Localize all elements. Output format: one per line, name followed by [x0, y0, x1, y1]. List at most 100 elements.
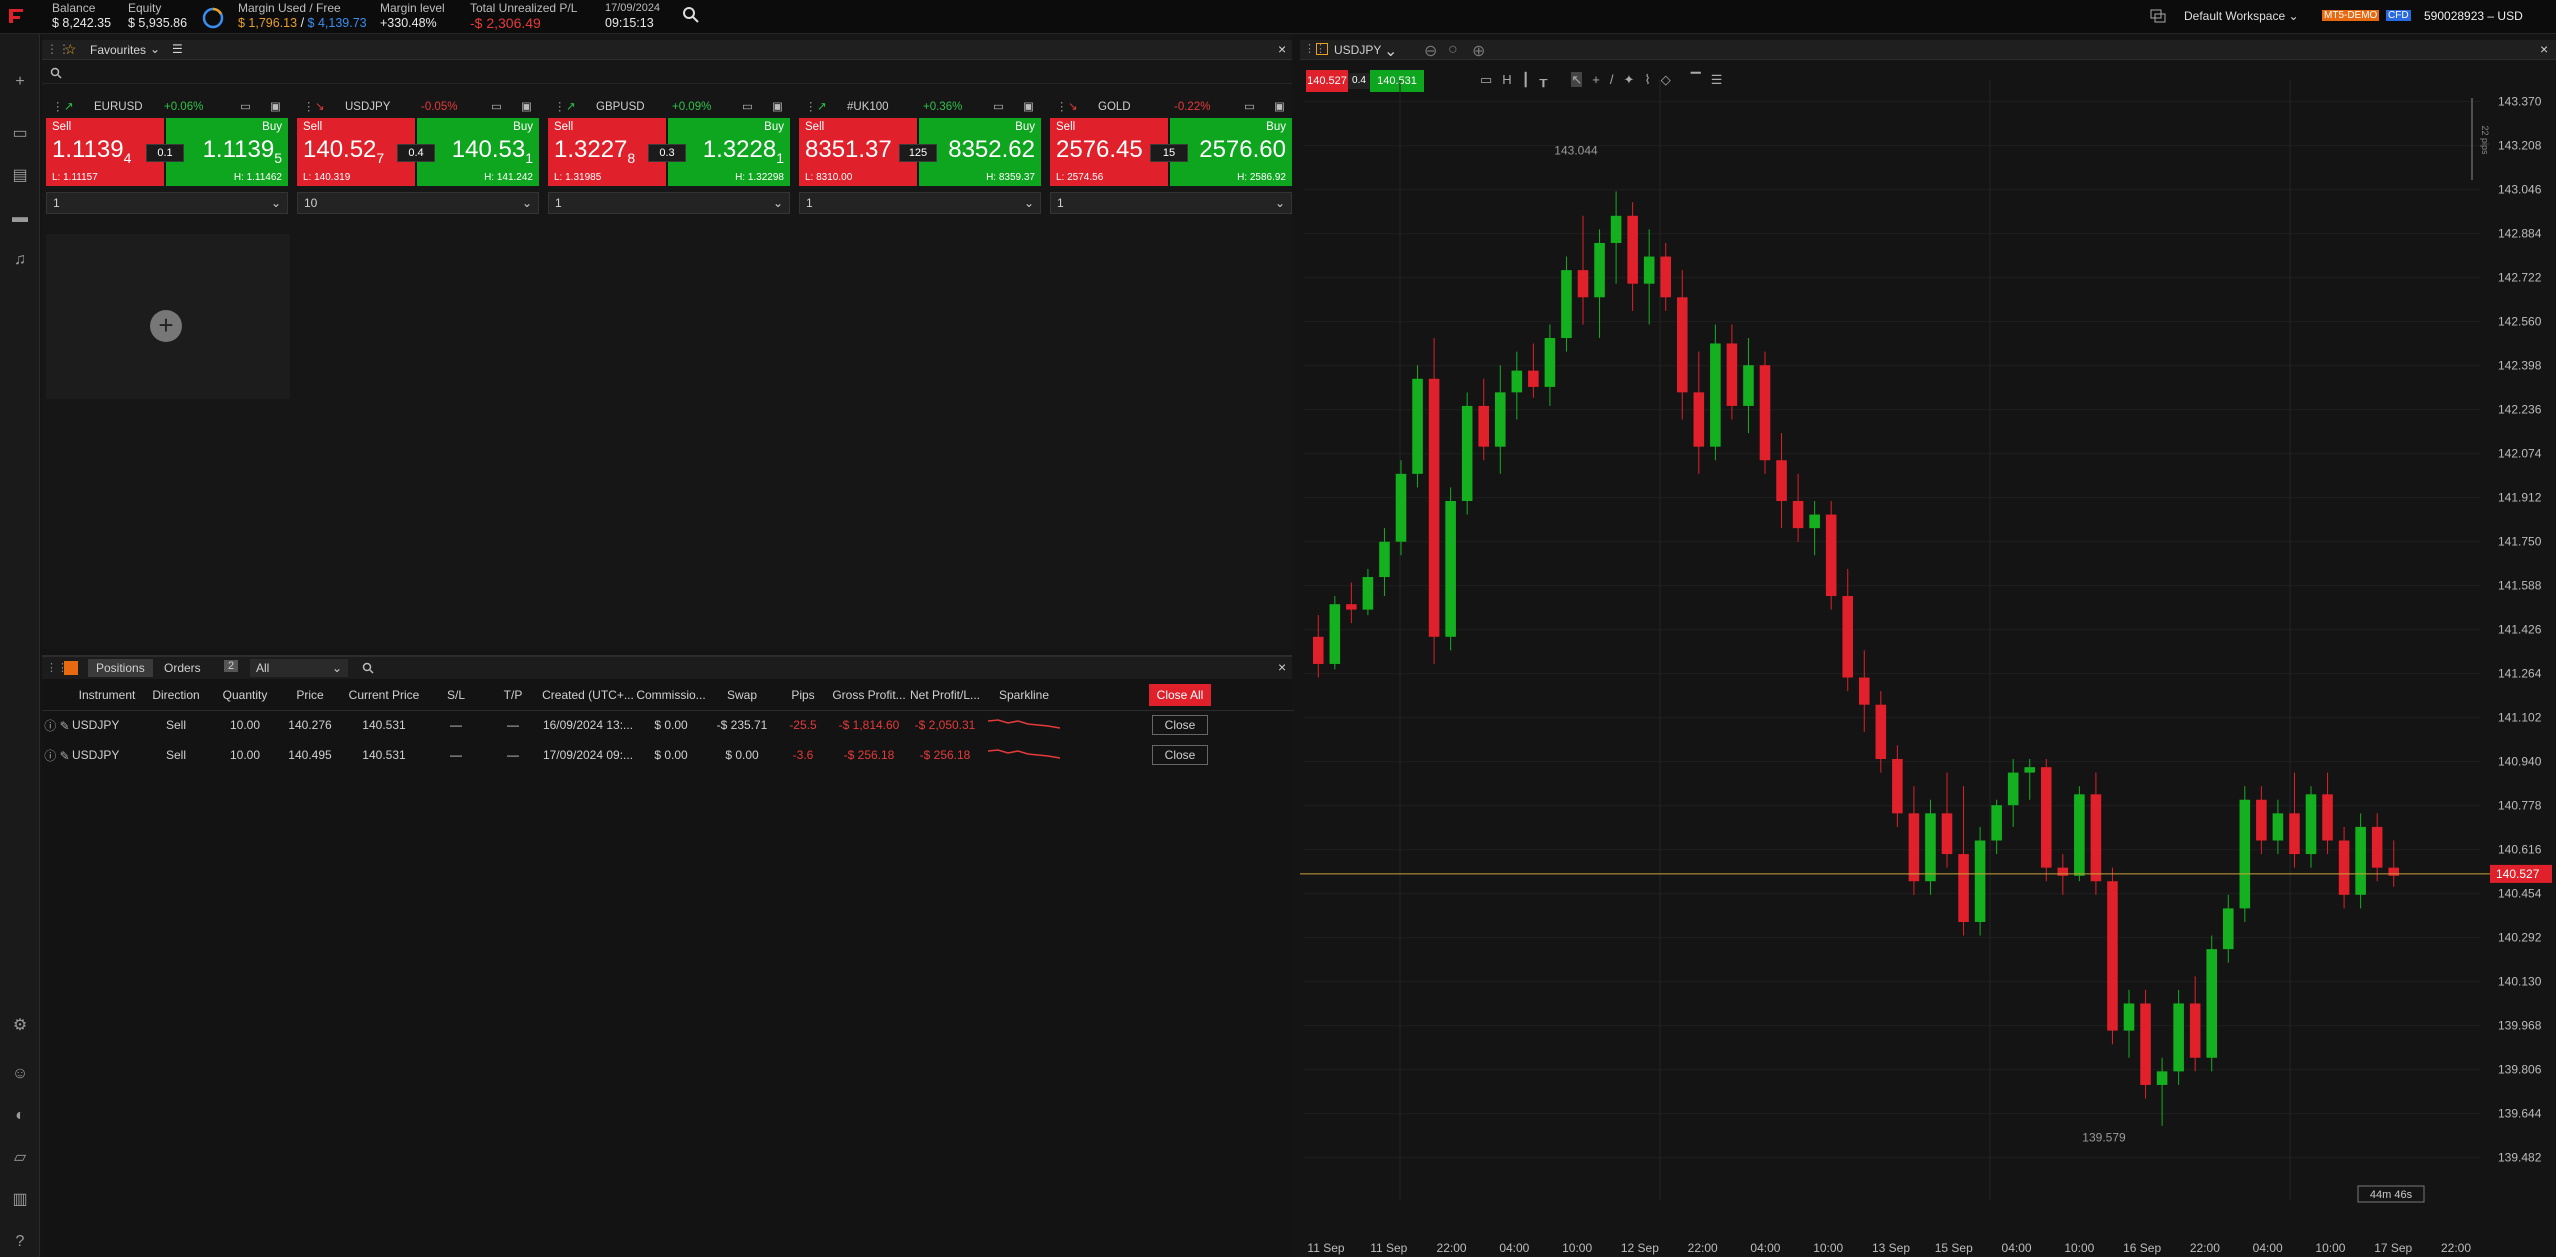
instrument-card[interactable]: ⋮ ↗ #UK100 +0.36% ▭ ▣ Sell 8351.37 L: 83…	[799, 98, 1041, 264]
info-icon[interactable]: ⓘ	[44, 719, 56, 733]
card-menu-icon[interactable]: ⋮	[805, 98, 817, 116]
workspace-icon[interactable]	[2150, 9, 2166, 23]
low-price: L: 140.319	[303, 172, 351, 183]
settings-icon[interactable]: ⚙	[10, 1016, 30, 1036]
column-header[interactable]: S/L	[428, 680, 484, 711]
buy-button[interactable]: Buy 8352.62 H: 8359.37	[919, 118, 1041, 186]
document-icon[interactable]: ▥	[10, 1190, 30, 1210]
favourites-title[interactable]: Favourites	[90, 43, 146, 57]
y-tick-label: 143.046	[2498, 183, 2542, 197]
add-favourite-tile[interactable]: +	[46, 234, 290, 399]
column-header[interactable]: Current Price	[340, 680, 428, 711]
column-header[interactable]: Commissio...	[634, 680, 708, 711]
help-icon[interactable]: ?	[10, 1232, 30, 1252]
workspace-select[interactable]: Default Workspace ⌄	[2184, 9, 2299, 23]
buy-button[interactable]: Buy 2576.60 H: 2586.92	[1170, 118, 1292, 186]
column-header[interactable]: Gross Profit...	[830, 680, 908, 711]
theme-icon[interactable]: ◐	[10, 1106, 30, 1126]
close-icon[interactable]: ×	[1278, 659, 1286, 675]
column-header[interactable]: Net Profit/L...	[908, 680, 982, 711]
card-change: +0.06%	[164, 101, 204, 113]
column-header[interactable]: Direction	[142, 680, 210, 711]
edit-icon[interactable]: ✎	[60, 749, 70, 763]
filter-select[interactable]: All ⌄	[250, 659, 348, 677]
search-icon[interactable]	[682, 6, 700, 24]
column-header[interactable]: Quantity	[210, 680, 280, 711]
card-menu-icon[interactable]: ⋮	[554, 98, 566, 116]
card-menu-icon[interactable]: ⋮	[52, 98, 64, 116]
quantity-select[interactable]: 10 ⌄	[297, 192, 539, 214]
sell-label: Sell	[805, 121, 825, 133]
cell-instrument: USDJPY	[72, 718, 120, 733]
instrument-card[interactable]: ⋮ ↗ GBPUSD +0.09% ▭ ▣ Sell 1.32278 L: 1.…	[548, 98, 790, 264]
expand-icon[interactable]: ▣	[1274, 98, 1285, 116]
chevron-down-icon[interactable]: ⌄	[1384, 41, 1397, 61]
column-header[interactable]: Pips	[776, 680, 830, 711]
close-icon[interactable]: ×	[1278, 41, 1286, 57]
y-tick-label: 143.208	[2498, 139, 2542, 153]
tab-orders[interactable]: Orders	[164, 661, 201, 675]
expand-icon[interactable]: ▣	[1023, 98, 1034, 116]
candlestick-chart[interactable]: 143.370 143.208 143.046 142.884 142.722 142.5…	[1300, 60, 2556, 1257]
card-menu-icon[interactable]: ⋮	[303, 98, 315, 116]
close-all-button[interactable]: Close All	[1148, 683, 1212, 706]
instrument-card[interactable]: ⋮ ↘ GOLD -0.22% ▭ ▣ Sell 2576.45 L: 2574…	[1050, 98, 1292, 264]
instrument-card[interactable]: ⋮ ↘ USDJPY -0.05% ▭ ▣ Sell 140.527 L: 14…	[297, 98, 539, 264]
chevron-down-icon: ⌄	[521, 196, 532, 210]
news-icon[interactable]: ▤	[10, 166, 30, 186]
card-menu-icon[interactable]: ⋮	[1056, 98, 1068, 116]
bell-icon[interactable]: ♫	[10, 250, 30, 270]
column-header[interactable]: Created (UTC+...	[542, 680, 634, 711]
close-icon[interactable]: ×	[2540, 41, 2548, 57]
chat-icon[interactable]: ▱	[10, 1148, 30, 1168]
app-logo[interactable]	[6, 6, 26, 26]
chevron-down-icon[interactable]: ⌄	[150, 42, 160, 56]
column-header[interactable]: Instrument	[72, 680, 142, 711]
sell-price: 1.11394	[52, 136, 131, 166]
buy-button[interactable]: Buy 140.531 H: 141.242	[417, 118, 539, 186]
add-icon[interactable]: +	[10, 72, 30, 92]
candle-body	[1643, 256, 1655, 284]
minimize-icon[interactable]: ⊖	[1424, 41, 1437, 61]
quantity-select[interactable]: 1 ⌄	[1050, 192, 1292, 214]
info-icon[interactable]: ⓘ	[44, 749, 56, 763]
column-header[interactable]: Swap	[708, 680, 776, 711]
add-icon[interactable]: ⊕	[1472, 41, 1485, 61]
user-settings-icon[interactable]: ☺	[10, 1064, 30, 1084]
edit-icon[interactable]: ✎	[60, 719, 70, 733]
cell-direction: Sell	[165, 748, 186, 762]
table-row[interactable]: ⓘ ✎ USDJPY Sell 10.00 140.495 140.531 — — 17/09/…	[42, 740, 1294, 770]
add-icon[interactable]: +	[150, 310, 182, 342]
search-icon[interactable]	[362, 662, 374, 674]
chart-toggle-icon[interactable]: ▭	[491, 98, 502, 116]
y-tick-label: 139.482	[2498, 1151, 2542, 1165]
quantity-select[interactable]: 1 ⌄	[799, 192, 1041, 214]
table-row[interactable]: ⓘ ✎ USDJPY Sell 10.00 140.276 140.531 — — 16/09/…	[42, 710, 1294, 740]
column-header[interactable]: T/P	[484, 680, 542, 711]
expand-icon[interactable]: ▣	[772, 98, 783, 116]
search-bar[interactable]	[42, 62, 1292, 84]
chart-toggle-icon[interactable]: ▭	[742, 98, 753, 116]
chart-toggle-icon[interactable]: ▭	[1244, 98, 1255, 116]
buy-button[interactable]: Buy 1.32281 H: 1.32298	[668, 118, 790, 186]
chart-toggle-icon[interactable]: ▭	[240, 98, 251, 116]
close-position-button[interactable]: Close	[1151, 715, 1209, 736]
chart-toggle-icon[interactable]: ▭	[993, 98, 1004, 116]
messages-icon[interactable]: ▭	[10, 124, 30, 144]
close-position-button[interactable]: Close	[1151, 745, 1209, 765]
expand-icon[interactable]: ▣	[270, 98, 281, 116]
chart-symbol[interactable]: USDJPY	[1334, 43, 1381, 57]
tab-positions[interactable]: Positions	[88, 659, 153, 677]
column-header[interactable]: Price	[280, 680, 340, 711]
cell-pips: -25.5	[789, 718, 817, 733]
buy-price-pipette: 1	[776, 149, 784, 166]
quantity-select[interactable]: 1 ⌄	[46, 192, 288, 214]
account-id[interactable]: 590028923 – USD	[2424, 9, 2523, 23]
maximize-icon[interactable]: ○	[1448, 41, 1458, 59]
quantity-select[interactable]: 1 ⌄	[548, 192, 790, 214]
column-header[interactable]: Sparkline	[982, 680, 1066, 711]
grid-view-icon[interactable]: ☰	[172, 42, 183, 56]
card-icon[interactable]: ▬	[10, 208, 30, 228]
expand-icon[interactable]: ▣	[521, 98, 532, 116]
buy-button[interactable]: Buy 1.11395 H: 1.11462	[166, 118, 288, 186]
